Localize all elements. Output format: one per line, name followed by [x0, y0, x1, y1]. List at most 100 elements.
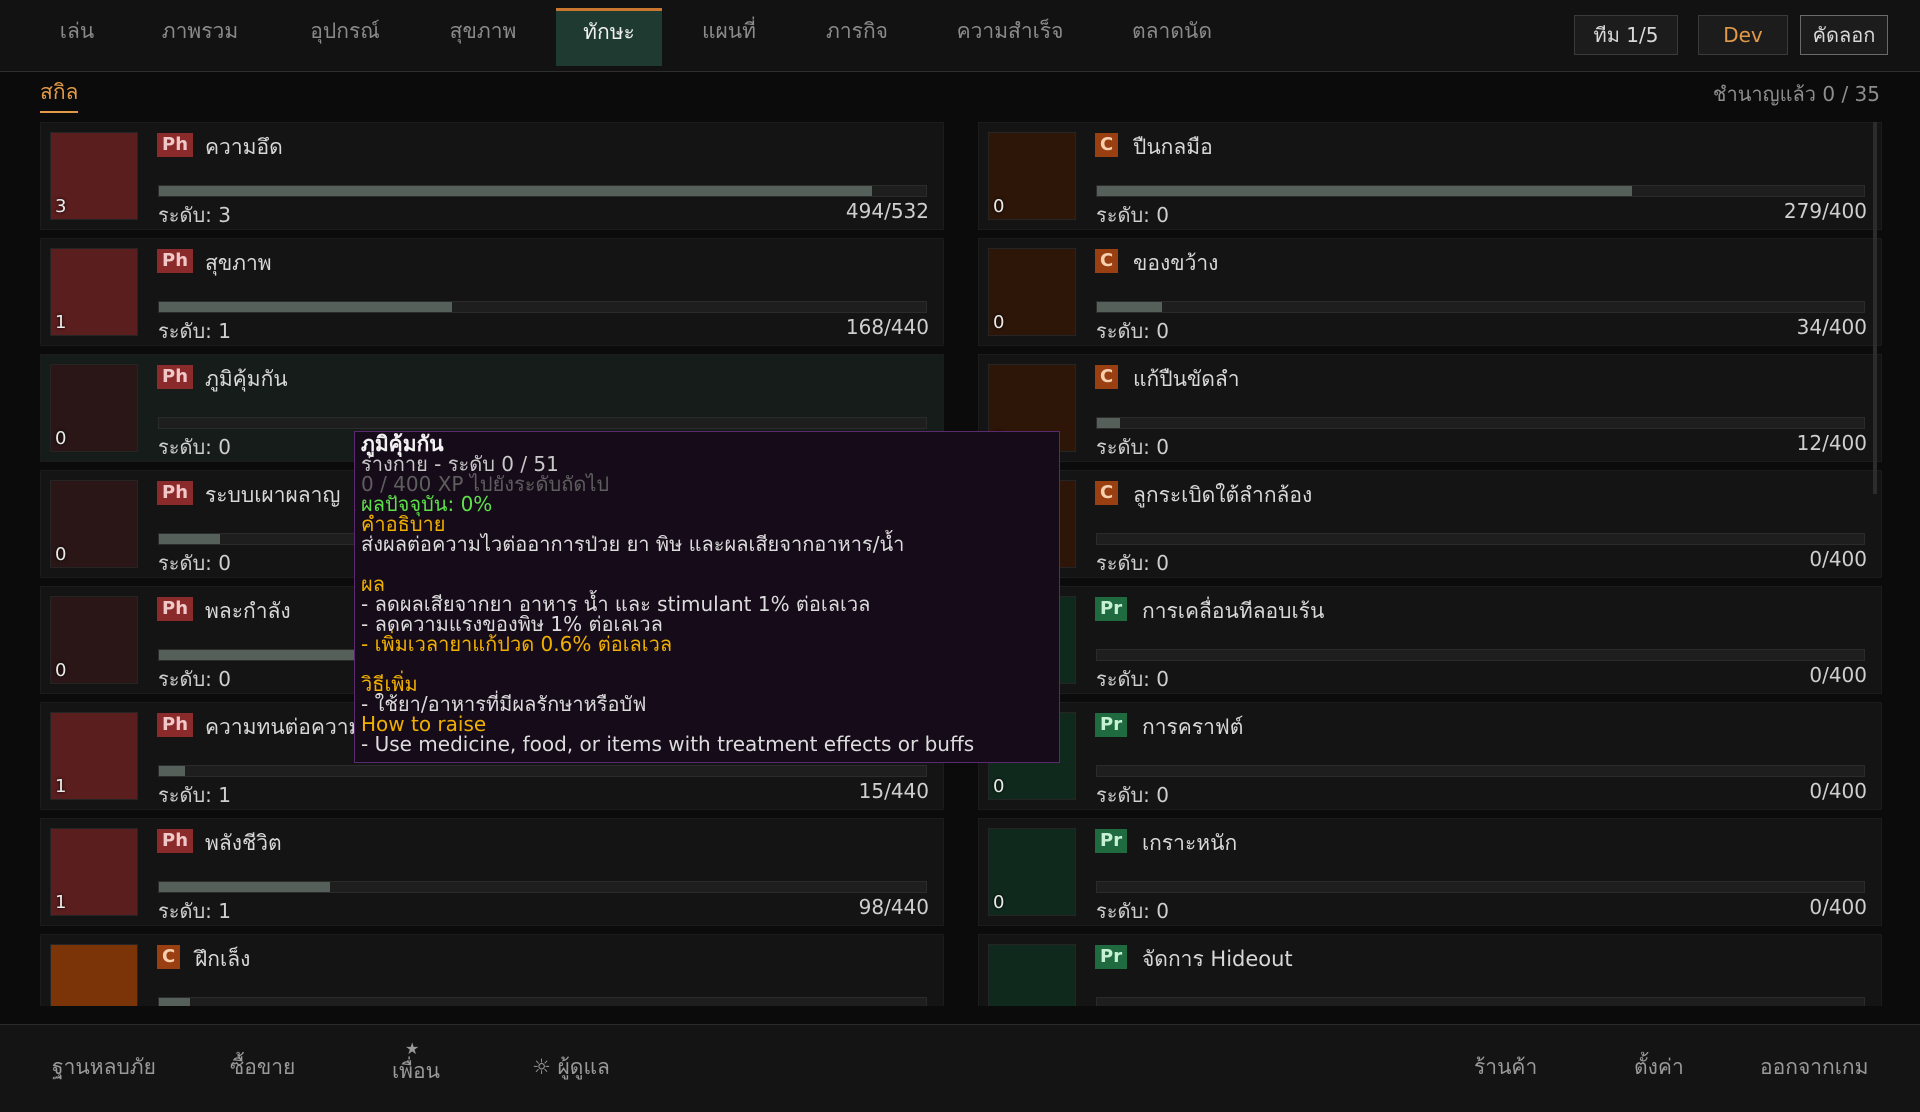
skill-name: ลูกระเบิดใต้ลำกล้อง [1133, 483, 1313, 507]
skill-category-badge: Ph [157, 597, 194, 621]
skill-name: ของขว้าง [1133, 251, 1219, 275]
skill-level-badge: 1 [55, 776, 67, 797]
skill-progress-bar [1096, 997, 1865, 1006]
skill-name: พลังชีวิต [205, 831, 282, 855]
skill-xp-text: 279/400 [1783, 199, 1867, 223]
skill-level-badge: 0 [993, 196, 1005, 217]
nav-settings[interactable]: ตั้งค่า [1634, 1051, 1684, 1084]
tooltip-raise-1: - ใช้ยา/อาหารที่มีผลรักษาหรือบัฟ [361, 692, 647, 716]
tab-play[interactable]: เล่น [40, 8, 114, 63]
skill-card[interactable]: 1 Ph พลังชีวิต ระดับ: 1 98/440 [40, 818, 944, 926]
skill-card[interactable]: 0Prการเคลื่อนทีลอบเร้นระดับ: 00/400 [978, 586, 1882, 694]
skill-name: ภูมิคุ้มกัน [205, 367, 288, 391]
tab-skills[interactable]: ทักษะ [556, 8, 662, 66]
tooltip-title: ภูมิคุ้มกัน [361, 432, 444, 456]
skill-icon [50, 944, 138, 1006]
skill-category-badge: C [1095, 133, 1119, 157]
tab-map[interactable]: แผนที่ [686, 8, 772, 63]
skill-level-text: ระดับ: 0 [158, 551, 231, 575]
skill-level-badge: 3 [55, 196, 67, 217]
tooltip-subtitle: ร่างกาย - ระดับ 0 / 51 [361, 452, 559, 476]
tooltip-raise-1-en: - Use medicine, food, or items with trea… [361, 732, 975, 756]
tooltip-spacer [361, 654, 1059, 674]
skill-icon [988, 944, 1076, 1006]
skill-xp-text: 168/440 [845, 315, 929, 339]
skill-level-text: ระดับ: 0 [1096, 551, 1169, 575]
skill-icon: 1 [50, 248, 138, 336]
skill-xp-text: 0/400 [1809, 663, 1867, 687]
copy-button[interactable]: คัดลอก [1800, 15, 1888, 55]
skill-progress-bar [1096, 533, 1865, 545]
skill-level-text: ระดับ: 0 [1096, 783, 1169, 807]
tooltip-current-effect: ผลปัจจุบัน: 0% [361, 492, 493, 516]
skill-icon: 1 [50, 828, 138, 916]
skill-category-badge: Ph [157, 249, 194, 273]
skill-progress-fill [1097, 302, 1163, 312]
skill-progress-bar [1096, 765, 1865, 777]
skill-level-text: ระดับ: 0 [158, 667, 231, 691]
nav-shop[interactable]: ร้านค้า [1474, 1051, 1537, 1084]
tab-health[interactable]: สุขภาพ [430, 8, 536, 63]
skill-category-badge: Ph [157, 713, 194, 737]
skill-icon: 0 [988, 132, 1076, 220]
skill-card[interactable]: 0Cแก้ปืนขัดลำระดับ: 012/400 [978, 354, 1882, 462]
nav-hideout[interactable]: ฐานหลบภัย [52, 1051, 156, 1084]
skill-progress-fill [159, 882, 331, 892]
skill-category-badge: Ph [157, 133, 194, 157]
skill-card[interactable]: 1 Ph สุขภาพ ระดับ: 1 168/440 [40, 238, 944, 346]
skill-progress-bar [158, 417, 927, 429]
skill-progress-bar [158, 765, 927, 777]
skill-card[interactable]: Pr จัดการ Hideout [978, 934, 1882, 1006]
skill-category-badge: Pr [1095, 713, 1128, 737]
scrollbar[interactable] [1873, 122, 1877, 494]
skill-level-text: ระดับ: 0 [1096, 899, 1169, 923]
skill-card[interactable]: 0Cลูกระเบิดใต้ลำกล้องระดับ: 00/400 [978, 470, 1882, 578]
skill-progress-bar [1096, 881, 1865, 893]
skill-level-badge: 0 [993, 892, 1005, 913]
skill-xp-text: 12/400 [1796, 431, 1867, 455]
skill-name: เกราะหนัก [1142, 831, 1238, 855]
skill-name: พละกำลัง [205, 599, 291, 623]
skill-level-badge: 0 [993, 776, 1005, 797]
top-nav: เล่น ภาพรวม อุปกรณ์ สุขภาพ ทักษะ แผนที่ … [0, 0, 1920, 72]
bottom-bar: ฐานหลบภัย ซื้อขาย ★ เพื่อน ☼ ผู้ดูแล ร้า… [0, 1024, 1920, 1112]
skill-name: สุขภาพ [205, 251, 272, 275]
tab-missions[interactable]: ภารกิจ [812, 8, 902, 63]
tab-equipment[interactable]: อุปกรณ์ [290, 8, 400, 63]
skill-card[interactable]: 0 C ปืนกลมือ ระดับ: 0 279/400 [978, 122, 1882, 230]
dev-button[interactable]: Dev [1698, 15, 1788, 55]
skill-level-text: ระดับ: 0 [1096, 667, 1169, 691]
skill-name: ฝึกเล็ง [195, 947, 251, 971]
skill-card[interactable]: 3 Ph ความอึด ระดับ: 3 494/532 [40, 122, 944, 230]
tab-achievements[interactable]: ความสำเร็จ [950, 8, 1070, 63]
nav-friends[interactable]: เพื่อน [392, 1055, 440, 1088]
skill-card[interactable]: C ฝึกเล็ง [40, 934, 944, 1006]
skill-category-badge: C [157, 945, 181, 969]
skill-progress-bar [158, 997, 927, 1006]
skill-card[interactable]: 0 C ของขว้าง ระดับ: 0 34/400 [978, 238, 1882, 346]
section-title: สกิล [40, 76, 79, 113]
skill-xp-text: 15/440 [858, 779, 929, 803]
nav-trade[interactable]: ซื้อขาย [230, 1051, 295, 1084]
skill-level-badge: 0 [993, 312, 1005, 333]
skill-card[interactable]: 0 Pr การคราฟต์ ระดับ: 0 0/400 [978, 702, 1882, 810]
nav-exit[interactable]: ออกจากเกม [1760, 1051, 1869, 1084]
skill-card[interactable]: 0 Pr เกราะหนัก ระดับ: 0 0/400 [978, 818, 1882, 926]
tooltip-xp: 0 / 400 XP ไปยังระดับถัดไป [361, 472, 610, 496]
tooltip-effect-1: - ลดผลเสียจากยา อาหาร น้ำ และ stimulant … [361, 592, 871, 616]
tab-overview[interactable]: ภาพรวม [150, 8, 250, 63]
skill-category-badge: Pr [1095, 597, 1128, 621]
skill-level-text: ระดับ: 1 [158, 899, 231, 923]
skill-name: ความอึด [205, 135, 283, 159]
skill-level-badge: 0 [55, 428, 67, 449]
skill-name: การคราฟต์ [1142, 715, 1244, 739]
tooltip-spacer [361, 554, 1059, 574]
skill-progress-bar [1096, 649, 1865, 661]
team-button[interactable]: ทีม 1/5 [1574, 15, 1678, 55]
nav-admin[interactable]: ☼ ผู้ดูแล [532, 1051, 610, 1084]
tab-market[interactable]: ตลาดนัด [1124, 8, 1220, 63]
tooltip-raise-heading: วิธีเพิ่ม [361, 672, 418, 696]
skill-progress-fill [1097, 418, 1120, 428]
tooltip-effect-3: - เพิ่มเวลายาแก้ปวด 0.6% ต่อเลเวล [361, 632, 673, 656]
skill-icon: 0 [50, 596, 138, 684]
